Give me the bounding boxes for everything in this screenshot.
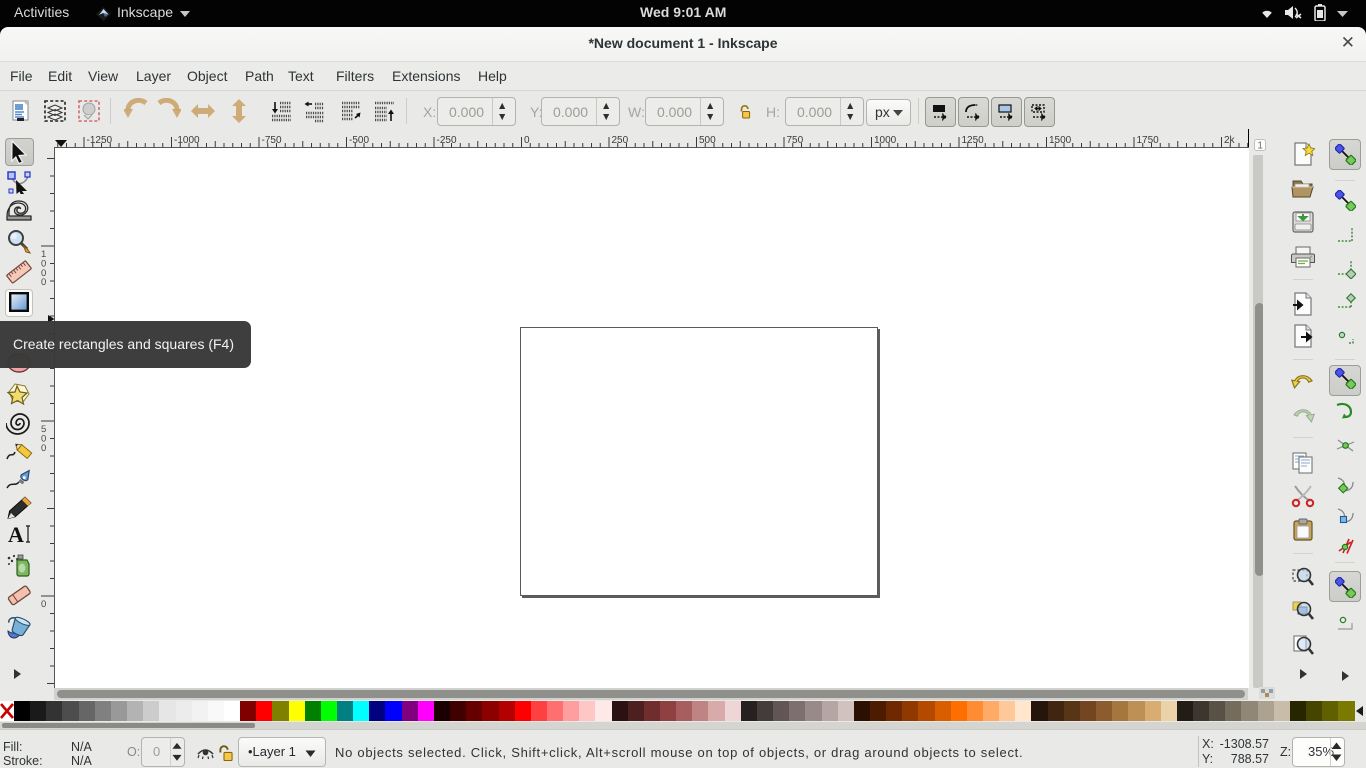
svg-text:-250: -250 xyxy=(437,135,457,146)
svg-text:-750: -750 xyxy=(262,135,282,146)
svg-text:1250: 1250 xyxy=(962,135,985,146)
svg-text:1500: 1500 xyxy=(1049,135,1072,146)
svg-text:-1000: -1000 xyxy=(174,135,200,146)
svg-text:-500: -500 xyxy=(349,135,369,146)
svg-text:A: A xyxy=(8,522,24,546)
svg-text:0: 0 xyxy=(41,443,46,454)
svg-text:0: 0 xyxy=(41,599,46,610)
svg-text:0: 0 xyxy=(524,135,530,146)
svg-text:1750: 1750 xyxy=(1137,135,1160,146)
svg-text:1: 1 xyxy=(1257,141,1263,152)
svg-text:-1250: -1250 xyxy=(87,135,113,146)
svg-text:0: 0 xyxy=(41,277,46,288)
svg-text:1000: 1000 xyxy=(874,135,897,146)
